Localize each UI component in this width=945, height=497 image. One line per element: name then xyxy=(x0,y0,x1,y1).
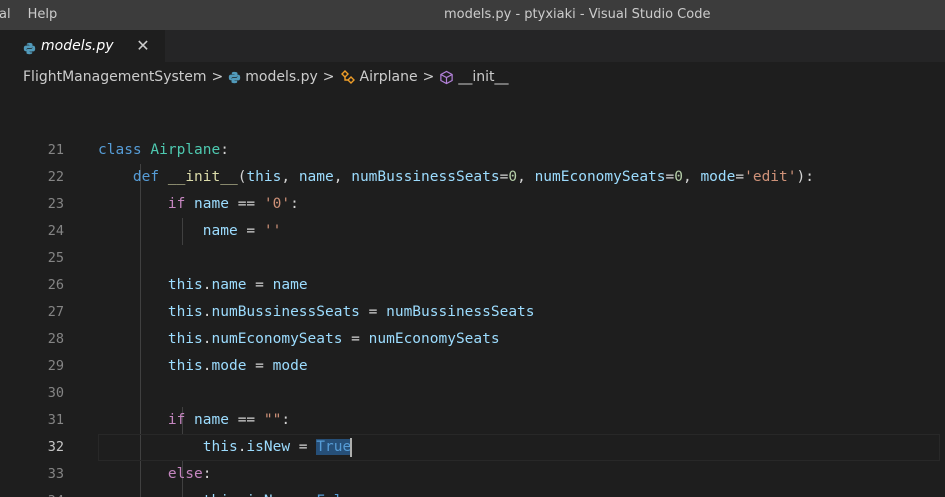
line-number: 27 xyxy=(47,304,64,320)
line-number: 22 xyxy=(47,169,64,185)
code-line: 33 else: xyxy=(0,461,945,488)
code-line: 22 def __init__(this, name, numBussiness… xyxy=(0,164,945,191)
line-number: 24 xyxy=(47,223,64,239)
title-bar: al Help models.py - ptyxiaki - Visual Stu… xyxy=(0,0,945,30)
tab-models-py[interactable]: models.py ✕ xyxy=(0,30,165,62)
breadcrumb-class-label: Airplane xyxy=(359,69,418,85)
tab-label: models.py xyxy=(41,38,114,54)
line-number: 23 xyxy=(47,196,64,212)
close-icon[interactable]: ✕ xyxy=(132,35,154,57)
code-line: 28 this.numEconomySeats = numEconomySeat… xyxy=(0,326,945,353)
code-text: this.numEconomySeats = numEconomySeats xyxy=(167,331,500,347)
breadcrumb-file[interactable]: models.py xyxy=(228,62,318,92)
menu-item-terminal[interactable]: al xyxy=(0,0,20,30)
code-line: 30 xyxy=(0,380,945,407)
breadcrumb-method[interactable]: __init__ xyxy=(439,62,508,92)
code-line: 26 this.name = name xyxy=(0,272,945,299)
line-number: 30 xyxy=(47,385,64,401)
python-file-icon xyxy=(23,40,36,59)
code-text: this.mode = mode xyxy=(167,358,308,374)
text-cursor xyxy=(350,437,353,457)
line-number: 33 xyxy=(47,466,64,482)
code-text: if name == '0': xyxy=(167,196,299,212)
menu-bar: al Help xyxy=(0,0,66,30)
breadcrumb-file-label: models.py xyxy=(245,69,318,85)
breadcrumb-folder[interactable]: FlightManagementSystem xyxy=(23,62,207,92)
code-text: if name == "": xyxy=(167,412,291,428)
code-line: 31 if name == "": xyxy=(0,407,945,434)
class-symbol-icon xyxy=(340,70,355,84)
code-text: this.name = name xyxy=(167,277,308,293)
code-text: this.isNew = True xyxy=(202,437,353,457)
python-file-icon xyxy=(229,71,241,83)
breadcrumb: FlightManagementSystem > models.py > Air… xyxy=(0,62,945,92)
code-line: 23 if name == '0': xyxy=(0,191,945,218)
code-line: 21 class Airplane: xyxy=(0,137,945,164)
code-text: class Airplane: xyxy=(98,142,229,158)
breadcrumb-folder-label: FlightManagementSystem xyxy=(23,69,207,85)
chevron-right-icon: > xyxy=(322,69,335,85)
code-line-active: 32 this.isNew = True xyxy=(0,434,945,461)
line-number: 20 xyxy=(0,92,64,101)
code-text: name = '' xyxy=(202,223,282,239)
chevron-right-icon: > xyxy=(422,69,435,85)
code-editor[interactable]: 20 21 class Airplane: 22 def __init__(th… xyxy=(0,92,945,497)
code-line: 27 this.numBussinessSeats = numBussiness… xyxy=(0,299,945,326)
line-number: 21 xyxy=(47,142,64,158)
code-text: this.isNew = False xyxy=(98,488,360,497)
code-line: 20 xyxy=(0,92,945,101)
line-number: 26 xyxy=(47,277,64,293)
code-line: 24 name = '' xyxy=(0,218,945,245)
line-number: 32 xyxy=(47,439,64,455)
line-number: 29 xyxy=(47,358,64,374)
code-line: 34 this.isNew = False xyxy=(0,488,945,497)
line-number: 34 xyxy=(0,488,64,497)
breadcrumb-class[interactable]: Airplane xyxy=(340,62,418,92)
window-title: models.py - ptyxiaki - Visual Studio Cod… xyxy=(444,7,711,22)
breadcrumb-method-label: __init__ xyxy=(458,69,509,85)
code-text: this.numBussinessSeats = numBussinessSea… xyxy=(167,304,535,320)
line-number: 28 xyxy=(47,331,64,347)
selected-text: True xyxy=(316,439,352,455)
line-number: 25 xyxy=(47,250,64,266)
code-line: 29 this.mode = mode xyxy=(0,353,945,380)
code-text: else: xyxy=(167,466,212,482)
menu-item-help[interactable]: Help xyxy=(20,0,67,30)
chevron-right-icon: > xyxy=(211,69,224,85)
code-text: def __init__(this, name, numBussinessSea… xyxy=(132,169,814,185)
line-number: 31 xyxy=(47,412,64,428)
method-symbol-icon xyxy=(440,70,454,84)
code-line: 25 xyxy=(0,245,945,272)
